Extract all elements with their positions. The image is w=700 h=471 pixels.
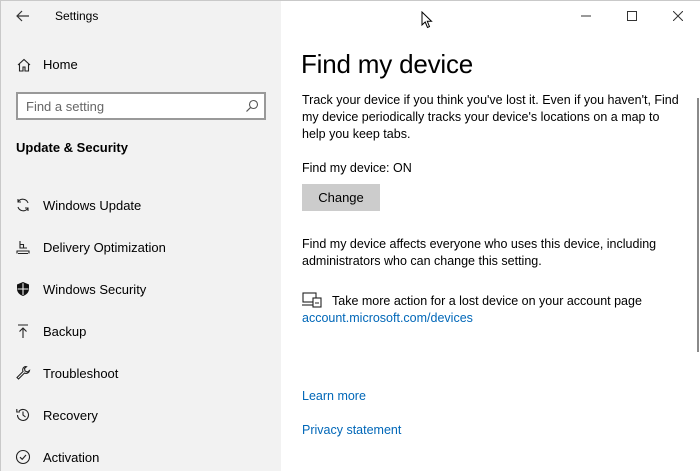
settings-window: Settings Home Update & Security Windows … <box>0 0 700 471</box>
sidebar-item-label: Windows Update <box>43 198 142 213</box>
upload-icon <box>18 324 28 338</box>
sidebar-item-label: Activation <box>43 450 100 465</box>
minimize-icon <box>581 15 591 17</box>
app-title: Settings <box>55 9 99 23</box>
status-text: Find my device: ON <box>302 161 412 175</box>
delivery-icon <box>16 241 30 255</box>
sidebar-item-troubleshoot[interactable]: Troubleshoot <box>1 352 281 394</box>
sidebar-item-backup[interactable]: Backup <box>1 310 281 352</box>
sidebar-item-activation[interactable]: Activation <box>1 436 281 471</box>
mouse-cursor-icon <box>421 11 433 29</box>
section-title: Update & Security <box>16 140 128 155</box>
shield-icon <box>17 282 29 296</box>
scrollbar[interactable] <box>697 98 699 352</box>
minimize-button[interactable] <box>563 1 609 31</box>
sidebar: Settings Home Update & Security Windows … <box>1 1 281 471</box>
account-action-row: Take more action for a lost device on yo… <box>302 292 682 312</box>
sidebar-item-label: Backup <box>43 324 87 339</box>
search-box[interactable] <box>16 92 266 120</box>
home-label: Home <box>43 57 78 72</box>
sidebar-nav: Windows Update Delivery Optimization Win… <box>1 184 281 471</box>
change-button[interactable]: Change <box>302 184 380 211</box>
action-text: Take more action for a lost device on yo… <box>332 294 642 308</box>
sidebar-item-label: Windows Security <box>43 282 147 297</box>
note-text: Find my device affects everyone who uses… <box>302 237 657 268</box>
back-arrow-icon <box>16 10 29 22</box>
account-devices-link[interactable]: account.microsoft.com/devices <box>302 311 473 325</box>
main-content: Find my device Track your device if you … <box>281 1 700 471</box>
history-icon <box>16 408 30 421</box>
search-input[interactable] <box>26 97 236 115</box>
check-circle-icon <box>15 449 31 465</box>
sidebar-item-label: Delivery Optimization <box>43 240 166 255</box>
sidebar-item-label: Troubleshoot <box>43 366 119 381</box>
learn-more-link[interactable]: Learn more <box>302 389 366 403</box>
close-button[interactable] <box>655 1 700 31</box>
maximize-icon <box>627 11 637 21</box>
search-icon[interactable] <box>245 99 259 113</box>
window-controls <box>563 1 700 33</box>
back-button[interactable] <box>7 3 39 29</box>
page-title: Find my device <box>301 49 474 79</box>
device-lost-icon <box>302 292 322 308</box>
privacy-statement-link[interactable]: Privacy statement <box>302 423 401 437</box>
description-text: Track your device if you think you've lo… <box>302 93 679 141</box>
sidebar-item-delivery-optimization[interactable]: Delivery Optimization <box>1 226 281 268</box>
maximize-button[interactable] <box>609 1 655 31</box>
title-bar: Settings <box>1 1 281 33</box>
sync-icon <box>17 198 29 212</box>
sidebar-item-label: Recovery <box>43 408 98 423</box>
sidebar-item-recovery[interactable]: Recovery <box>1 394 281 436</box>
home-icon <box>17 58 31 72</box>
wrench-icon <box>16 365 31 380</box>
sidebar-item-windows-update[interactable]: Windows Update <box>1 184 281 226</box>
sidebar-item-windows-security[interactable]: Windows Security <box>1 268 281 310</box>
sidebar-item-home[interactable]: Home <box>1 51 281 79</box>
close-icon <box>673 11 683 21</box>
